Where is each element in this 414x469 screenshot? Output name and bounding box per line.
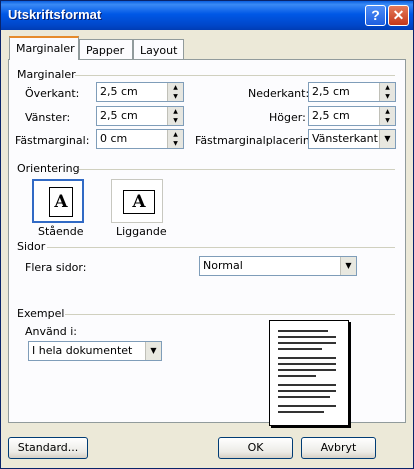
spin-up-icon[interactable]: ▲ [167,83,183,92]
gutter-label: Fästmarginal: [15,134,90,147]
gutter-position-select[interactable]: Vänsterkant ▼ [308,129,396,149]
spin-down-icon[interactable]: ▼ [379,92,395,101]
cancel-button-label: Avbryt [320,441,357,454]
spin-down-icon[interactable]: ▼ [167,92,183,101]
top-margin-spinner[interactable]: ▲ ▼ [167,83,183,101]
spin-up-icon[interactable]: ▲ [379,83,395,92]
bottom-margin-label: Nederkant: [248,87,310,100]
spin-up-icon[interactable]: ▲ [379,107,395,116]
title-bar[interactable]: Utskriftsformat ? ✕ [1,1,413,30]
right-margin-label: Höger: [269,111,306,124]
left-margin-label: Vänster: [25,111,71,124]
ok-button-label: OK [247,441,264,454]
margins-heading: Marginaler [17,68,76,81]
gutter-position-label: Fästmarginalplacering: [195,134,321,147]
apply-to-label: Använd i: [25,325,77,338]
pages-heading: Sidor [17,240,46,253]
help-button[interactable]: ? [365,5,386,26]
preview-line [278,330,328,332]
spin-up-icon[interactable]: ▲ [167,130,183,139]
spin-up-icon[interactable]: ▲ [167,107,183,116]
close-button[interactable]: ✕ [388,5,409,26]
default-button-label: Standard... [17,441,79,454]
page-setup-dialog: Utskriftsformat ? ✕ Marginaler Papper La… [0,0,414,469]
tab-margins[interactable]: Marginaler [9,36,79,60]
orientation-heading: Orientering [17,162,80,175]
left-margin-field[interactable]: 2,5 cm ▲ ▼ [96,106,184,126]
landscape-label: Liggande [116,225,167,238]
help-icon: ? [371,7,380,23]
preview-line [278,405,336,407]
left-margin-value: 2,5 cm [100,109,138,122]
chevron-down-icon[interactable]: ▼ [340,257,356,275]
default-button[interactable]: Standard... [8,437,88,459]
tab-paper-label: Papper [86,44,125,57]
preview-line [278,357,336,359]
preview-line [278,363,336,365]
cancel-button[interactable]: Avbryt [301,437,376,459]
landscape-option[interactable]: A [111,179,163,223]
multiple-pages-label: Flera sidor: [25,261,87,274]
preview-divider [65,314,395,315]
close-icon: ✕ [392,7,405,23]
right-margin-value: 2,5 cm [312,109,350,122]
dialog-title: Utskriftsformat [8,7,102,22]
portrait-label: Stående [38,225,84,238]
preview-line [278,390,336,392]
tab-paper[interactable]: Papper [79,39,133,59]
multiple-pages-select[interactable]: Normal ▼ [199,256,357,276]
right-margin-field[interactable]: 2,5 cm ▲ ▼ [308,106,396,126]
page-preview [269,320,349,426]
top-margin-value: 2,5 cm [100,85,138,98]
pages-divider [47,247,395,248]
spin-down-icon[interactable]: ▼ [167,139,183,148]
ok-button[interactable]: OK [218,437,293,459]
gutter-value: 0 cm [100,132,128,145]
tab-layout-label: Layout [140,44,178,57]
preview-line [278,342,336,344]
preview-line [278,396,330,398]
top-margin-field[interactable]: 2,5 cm ▲ ▼ [96,82,184,102]
tab-margins-label: Marginaler [16,42,75,55]
left-margin-spinner[interactable]: ▲ ▼ [167,107,183,125]
top-margin-label: Överkant: [25,87,80,100]
preview-line [278,384,336,386]
preview-line [278,336,336,338]
gutter-position-value: Vänsterkant [312,132,378,145]
gutter-field[interactable]: 0 cm ▲ ▼ [96,129,184,149]
chevron-down-icon[interactable]: ▼ [145,342,161,360]
spin-down-icon[interactable]: ▼ [167,116,183,125]
spin-down-icon[interactable]: ▼ [379,116,395,125]
tab-layout[interactable]: Layout [133,39,184,59]
preview-heading: Exempel [17,307,65,320]
apply-to-select[interactable]: I hela dokumentet ▼ [28,341,162,361]
landscape-page-icon: A [123,190,155,214]
preview-line [278,411,324,413]
orientation-divider [79,169,395,170]
right-margin-spinner[interactable]: ▲ ▼ [379,107,395,125]
bottom-margin-value: 2,5 cm [312,85,350,98]
preview-line [278,375,316,377]
multiple-pages-value: Normal [203,259,243,272]
apply-to-value: I hela dokumentet [32,344,133,357]
gutter-spinner[interactable]: ▲ ▼ [167,130,183,148]
margins-divider [75,75,395,76]
portrait-page-icon: A [49,187,73,217]
preview-line [278,348,322,350]
bottom-margin-field[interactable]: 2,5 cm ▲ ▼ [308,82,396,102]
preview-line [278,369,336,371]
chevron-down-icon[interactable]: ▼ [379,130,395,148]
portrait-option[interactable]: A [32,179,84,223]
bottom-margin-spinner[interactable]: ▲ ▼ [379,83,395,101]
